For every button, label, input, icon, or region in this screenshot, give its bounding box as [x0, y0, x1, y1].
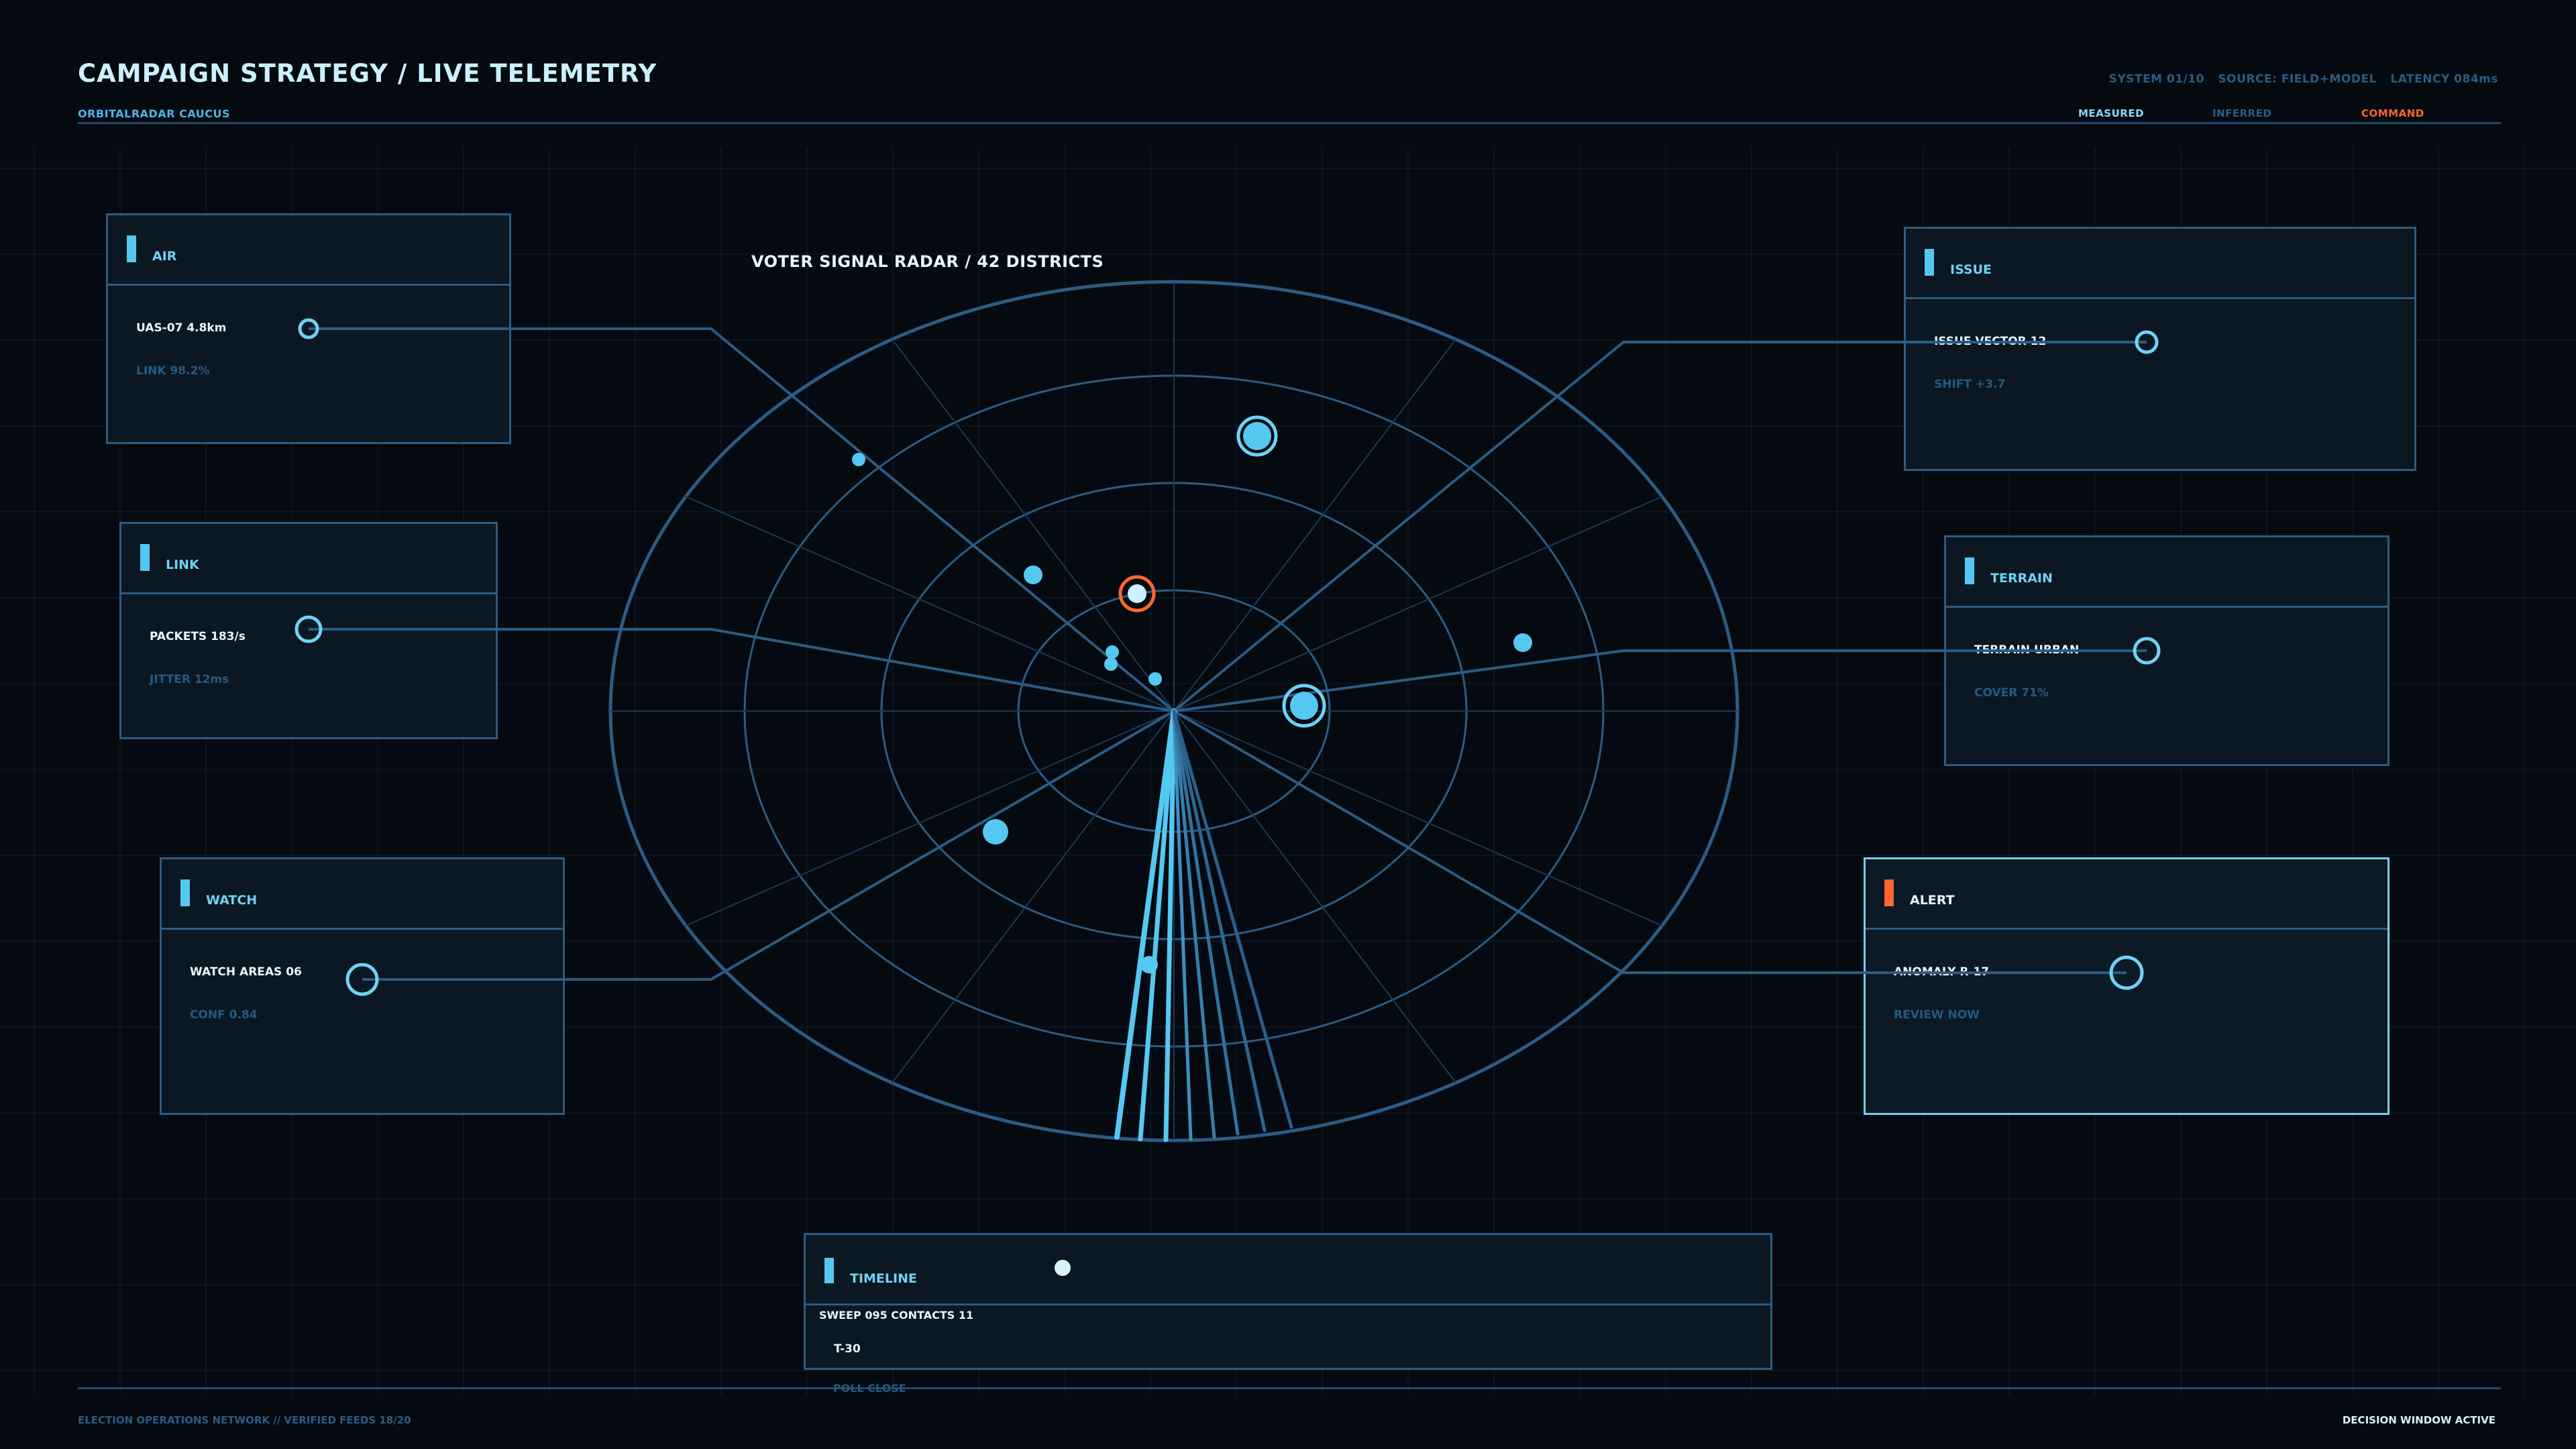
radar-blip[interactable] [852, 453, 865, 466]
radar-blip[interactable] [1290, 692, 1318, 720]
radar-blip[interactable] [1243, 422, 1271, 450]
connector-watch [362, 710, 1175, 981]
radar-blip[interactable] [1104, 657, 1118, 671]
radar-overlay [294, 280, 2161, 1276]
radar-blip[interactable] [1024, 566, 1042, 584]
decision-status: DECISION WINDOW ACTIVE [2342, 1414, 2496, 1426]
radar-blip[interactable] [1513, 633, 1532, 652]
sweep-beam-line [1172, 709, 1293, 1129]
radar-blip-command[interactable] [1128, 584, 1146, 603]
connector-issue [1173, 341, 2147, 712]
radar-blip[interactable] [1140, 956, 1158, 973]
connector-terrain [1173, 649, 2147, 712]
connector-alert [1173, 710, 2127, 974]
sweep-beam-line [1172, 709, 1216, 1139]
radar-blip[interactable] [983, 819, 1008, 845]
radar-blip[interactable] [1148, 672, 1162, 686]
connector-link [309, 628, 1175, 712]
radar-blip[interactable] [1106, 645, 1119, 659]
timeline-position-marker[interactable] [1055, 1260, 1071, 1276]
network-status: ELECTION OPERATIONS NETWORK // VERIFIED … [78, 1414, 411, 1426]
